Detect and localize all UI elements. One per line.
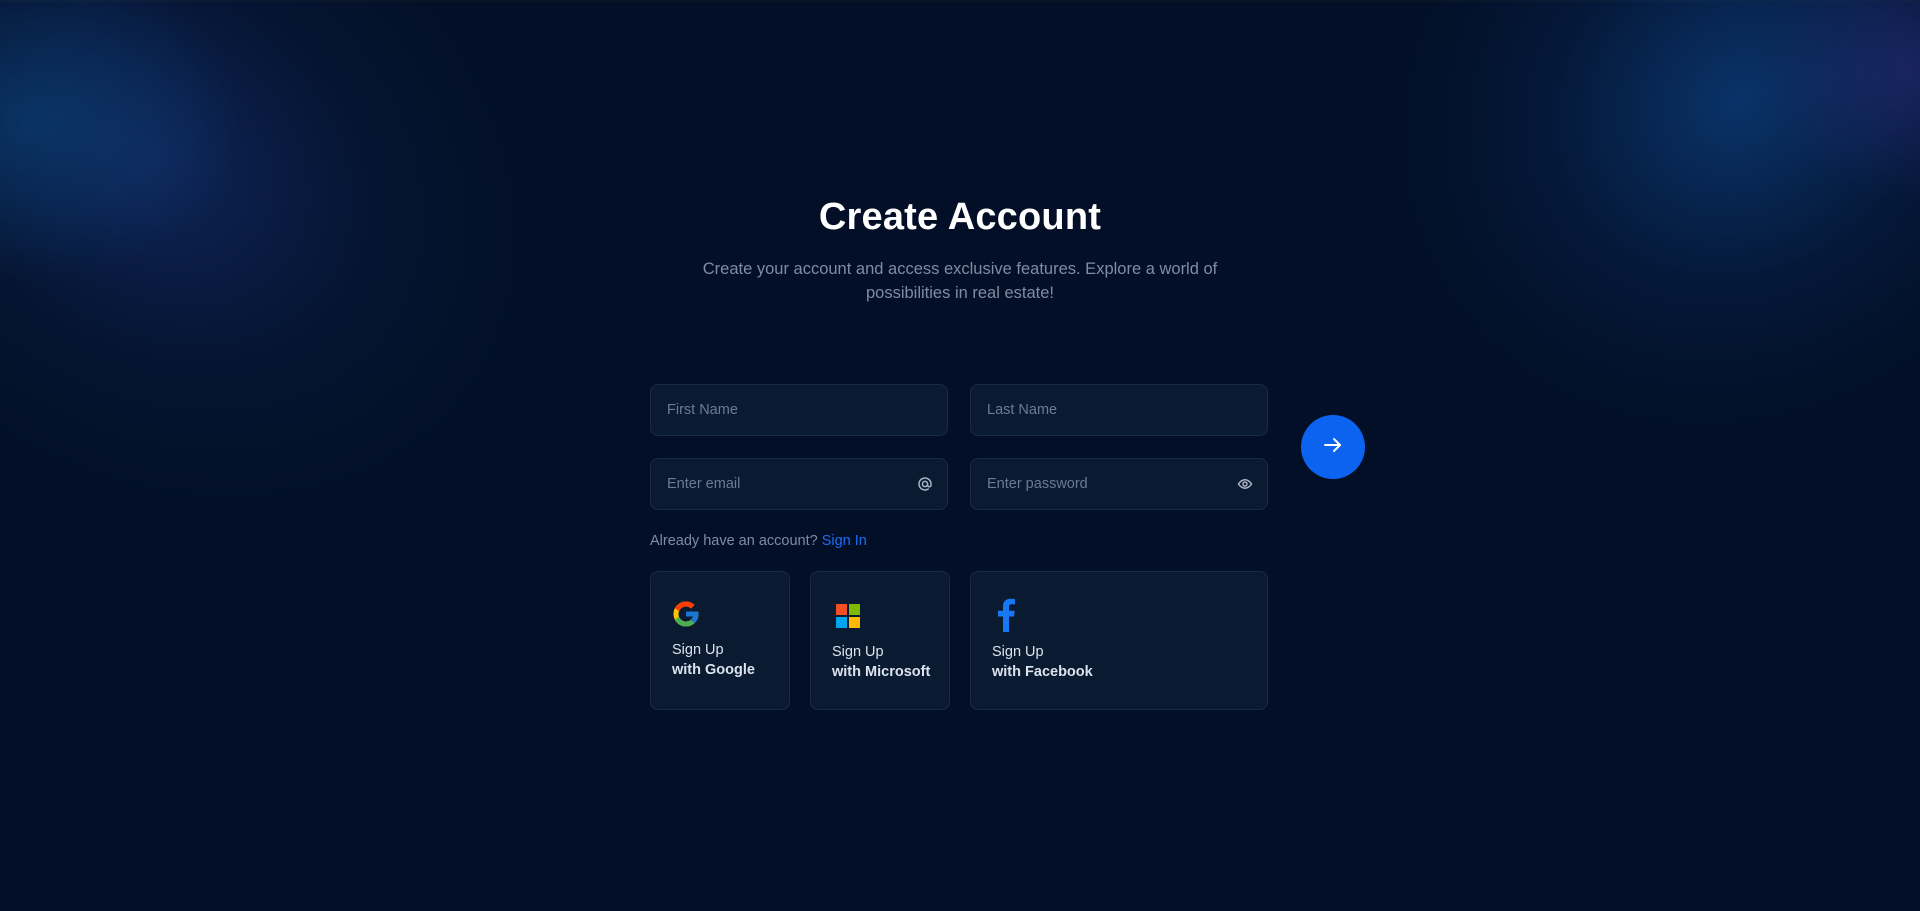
microsoft-label-line1: Sign Up <box>832 644 884 660</box>
first-name-field <box>650 384 948 436</box>
signin-link[interactable]: Sign In <box>822 533 867 549</box>
signup-page: Create Account Create your account and a… <box>0 0 1920 911</box>
facebook-label-line1: Sign Up <box>992 644 1044 660</box>
google-icon <box>671 599 701 634</box>
background-glow-right <box>1261 0 1920 569</box>
last-name-input[interactable] <box>987 385 1217 435</box>
at-sign-icon <box>917 476 933 492</box>
first-name-input[interactable] <box>667 385 897 435</box>
signup-google-button[interactable]: Sign Up with Google <box>650 571 790 710</box>
arrow-right-icon <box>1321 433 1345 462</box>
last-name-field <box>970 384 1268 436</box>
top-border <box>0 0 1920 2</box>
signup-facebook-button[interactable]: Sign Up with Facebook <box>970 571 1268 710</box>
google-label-line1: Sign Up <box>672 642 724 658</box>
facebook-icon <box>997 598 1015 637</box>
page-subtitle: Create your account and access exclusive… <box>702 260 1218 302</box>
signin-prompt: Already have an account? Sign In <box>650 533 867 549</box>
email-input[interactable] <box>667 459 897 509</box>
background-glow-right-accent <box>1760 0 1920 200</box>
signin-prompt-text: Already have an account? <box>650 533 818 549</box>
eye-icon[interactable] <box>1237 476 1253 492</box>
submit-button[interactable] <box>1301 415 1365 479</box>
microsoft-label-line2: with Microsoft <box>832 664 931 680</box>
google-label-line2: with Google <box>672 662 755 678</box>
page-title: Create Account <box>818 196 1102 238</box>
password-input[interactable] <box>987 459 1217 509</box>
password-field <box>970 458 1268 510</box>
facebook-label-line2: with Facebook <box>992 664 1093 680</box>
email-field <box>650 458 948 510</box>
signup-microsoft-button[interactable]: Sign Up with Microsoft <box>810 571 950 710</box>
background-glow-left <box>0 0 670 658</box>
microsoft-icon <box>836 604 860 633</box>
